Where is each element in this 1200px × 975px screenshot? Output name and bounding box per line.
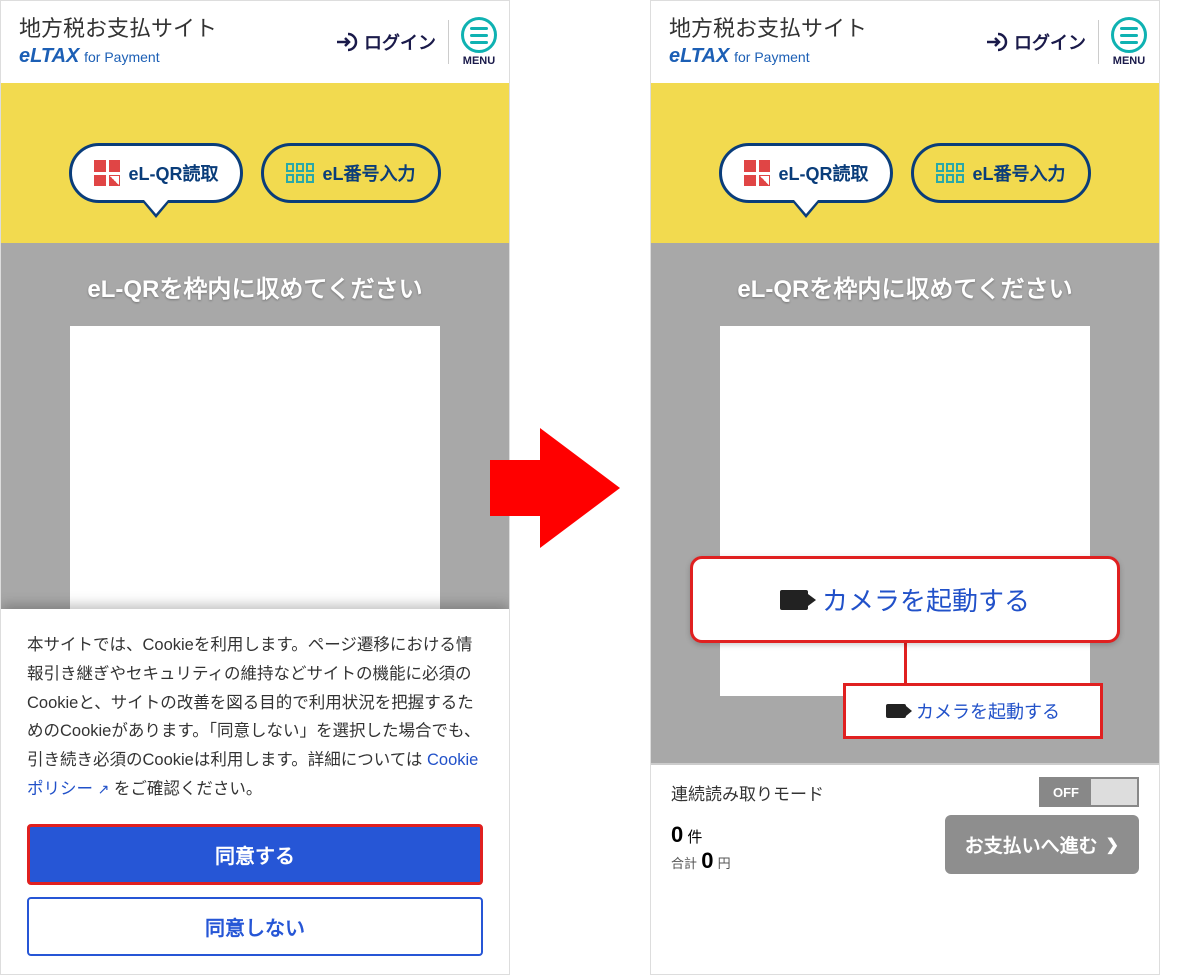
comparison-container: 地方税お支払サイト eLTAX for Payment ログイン MENU (0, 0, 1200, 975)
scan-count: 0 件 合計 0 円 (671, 822, 731, 874)
number-grid-icon (936, 163, 964, 183)
scan-instruction: eL-QRを枠内に収めてください (27, 269, 483, 304)
hamburger-icon (461, 17, 497, 53)
app-header: 地方税お支払サイト eLTAX for Payment ログイン MENU (1, 1, 509, 83)
cookie-text: 本サイトでは、Cookieを利用します。ページ遷移における情報引き継ぎやセキュリ… (27, 631, 483, 804)
header-actions: ログイン MENU (984, 17, 1147, 67)
header-actions: ログイン MENU (334, 17, 497, 67)
tab-section: eL-QR読取 eL番号入力 (651, 83, 1159, 243)
site-title: 地方税お支払サイト (669, 16, 867, 42)
login-icon (334, 30, 358, 54)
hamburger-icon (1111, 17, 1147, 53)
cookie-consent-sheet: 本サイトでは、Cookieを利用します。ページ遷移における情報引き継ぎやセキュリ… (1, 609, 509, 974)
menu-button[interactable]: MENU (1111, 17, 1147, 67)
header-divider (1098, 20, 1099, 64)
qr-icon (744, 160, 770, 186)
launch-camera-button-small[interactable]: カメラを起動する (843, 683, 1103, 739)
tab-elqr-read[interactable]: eL-QR読取 (69, 143, 243, 203)
camera-icon (886, 704, 906, 718)
external-link-icon: ↗ (98, 781, 110, 797)
chevron-right-icon: ❯ (1106, 835, 1119, 855)
login-icon (984, 30, 1008, 54)
site-title: 地方税お支払サイト (19, 16, 217, 42)
phone-screen-right: 地方税お支払サイト eLTAX for Payment ログイン MENU (650, 0, 1160, 975)
tab-elqr-read[interactable]: eL-QR読取 (719, 143, 893, 203)
tab-section: eL-QR読取 eL番号入力 (1, 83, 509, 243)
app-header: 地方税お支払サイト eLTAX for Payment ログイン MENU (651, 1, 1159, 83)
annotation-connector (904, 643, 907, 683)
login-button[interactable]: ログイン (984, 29, 1086, 55)
summary-row: 0 件 合計 0 円 お支払いへ進む ❯ (671, 815, 1139, 874)
login-button[interactable]: ログイン (334, 29, 436, 55)
continuous-scan-label: 連続読み取りモード (671, 780, 824, 805)
cookie-disagree-button[interactable]: 同意しない (27, 897, 483, 956)
continuous-scan-row: 連続読み取りモード OFF (671, 777, 1139, 807)
scan-section: eL-QRを枠内に収めてください カメラを起動する カメラを起動する (651, 243, 1159, 763)
bottom-control-bar: 連続読み取りモード OFF 0 件 合計 0 円 お支払いへ進む ❯ (651, 763, 1159, 886)
brand-block: 地方税お支払サイト eLTAX for Payment (19, 16, 217, 68)
proceed-payment-button[interactable]: お支払いへ進む ❯ (945, 815, 1139, 874)
menu-button[interactable]: MENU (461, 17, 497, 67)
tab-el-number-input[interactable]: eL番号入力 (911, 143, 1090, 203)
qr-icon (94, 160, 120, 186)
continuous-scan-toggle[interactable]: OFF (1039, 777, 1139, 807)
brand-logo: eLTAX for Payment (669, 44, 867, 68)
toggle-knob: OFF (1041, 779, 1091, 805)
transition-arrow (510, 0, 650, 975)
arrow-icon (540, 428, 620, 548)
brand-block: 地方税お支払サイト eLTAX for Payment (669, 16, 867, 68)
number-grid-icon (286, 163, 314, 183)
cookie-agree-button[interactable]: 同意する (27, 824, 483, 885)
phone-screen-left: 地方税お支払サイト eLTAX for Payment ログイン MENU (0, 0, 510, 975)
launch-camera-button-large[interactable]: カメラを起動する (690, 556, 1120, 643)
header-divider (448, 20, 449, 64)
scan-instruction: eL-QRを枠内に収めてください (677, 269, 1133, 304)
tab-el-number-input[interactable]: eL番号入力 (261, 143, 440, 203)
brand-logo: eLTAX for Payment (19, 44, 217, 68)
camera-icon (780, 590, 808, 610)
